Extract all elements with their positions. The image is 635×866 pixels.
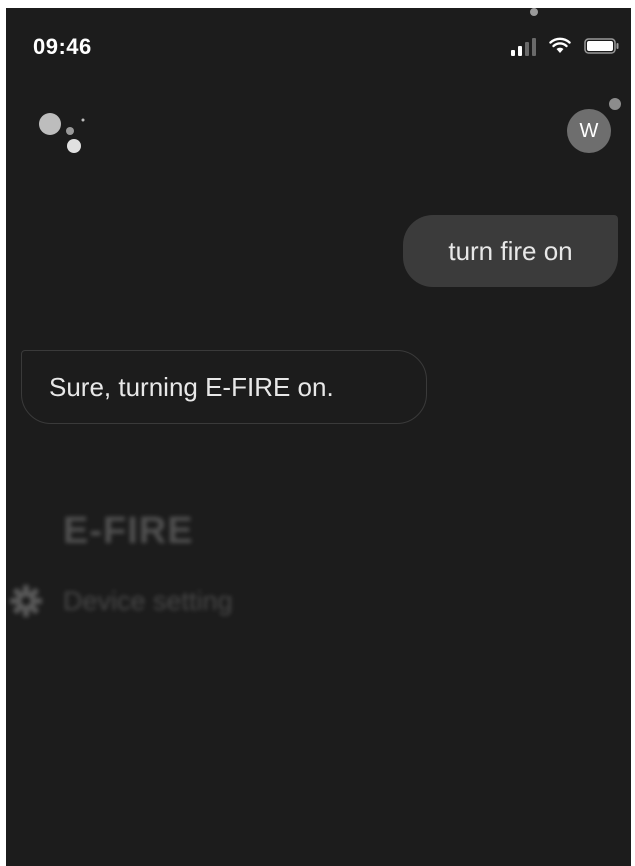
device-card[interactable]: E-FIRE Device setting xyxy=(6,488,406,648)
user-message-text: turn fire on xyxy=(448,235,573,266)
assistant-message-bubble: Sure, turning E-FIRE on. xyxy=(21,350,427,424)
wifi-icon xyxy=(549,37,571,53)
device-setting-link[interactable]: Device setting xyxy=(63,586,233,617)
status-indicator-dot xyxy=(530,8,538,16)
assistant-dots-icon[interactable] xyxy=(36,110,92,160)
battery-icon xyxy=(584,38,619,54)
user-message-bubble: turn fire on xyxy=(403,215,618,287)
assistant-screen: 09:46 W turn fire on Sure, turning E-FIR… xyxy=(6,8,631,866)
user-avatar[interactable]: W xyxy=(567,109,611,153)
avatar-initial: W xyxy=(579,119,599,142)
cellular-signal-icon xyxy=(511,38,536,56)
gear-icon[interactable] xyxy=(9,584,43,618)
status-bar: 09:46 xyxy=(6,8,631,78)
device-title: E-FIRE xyxy=(63,510,194,552)
assistant-message-text: Sure, turning E-FIRE on. xyxy=(49,371,334,402)
avatar-notification-badge xyxy=(607,96,623,112)
status-time: 09:46 xyxy=(33,34,92,59)
